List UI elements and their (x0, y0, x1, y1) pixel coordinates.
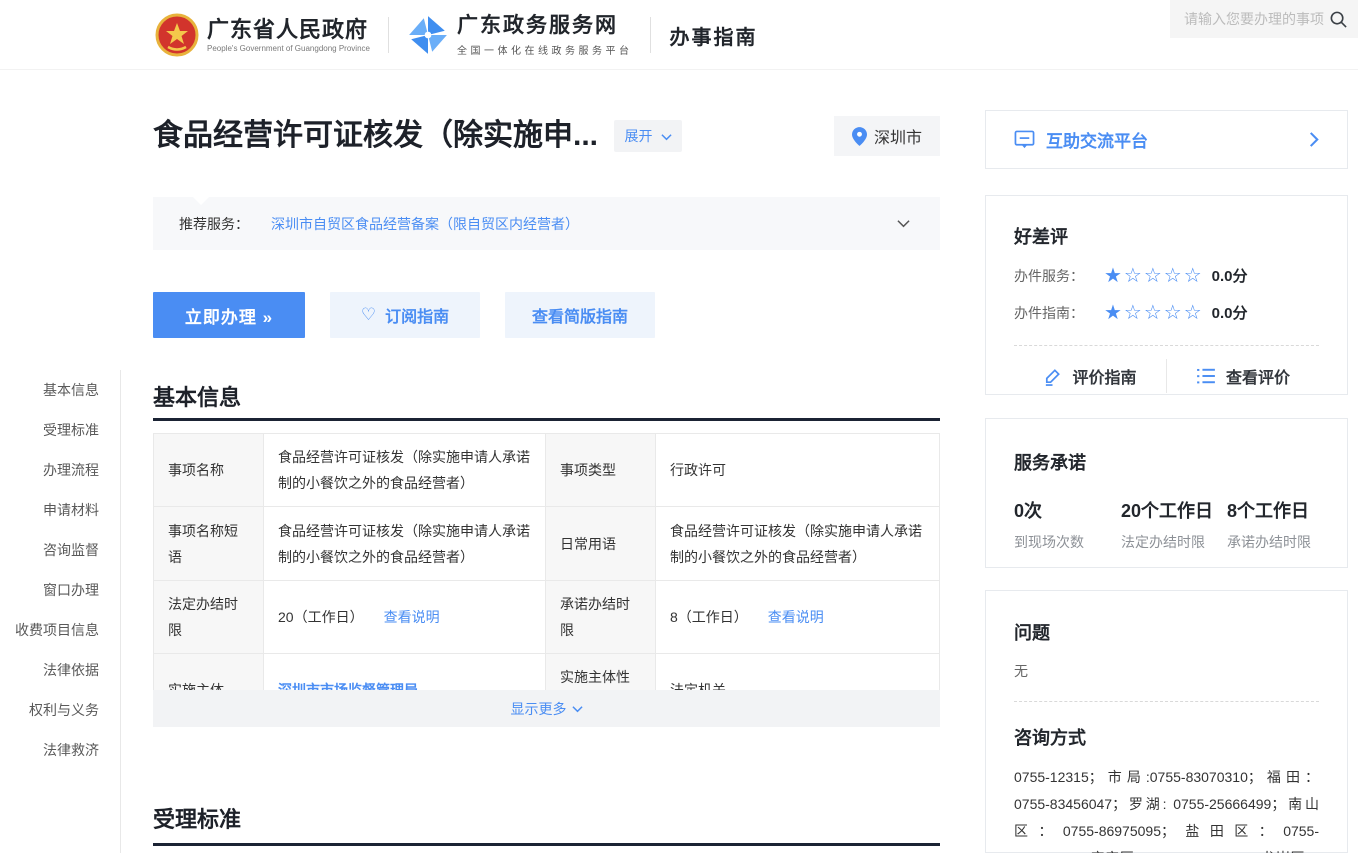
header-divider-2 (650, 17, 651, 53)
apply-now-button[interactable]: 立即办理 » (153, 292, 305, 338)
nav-item-consult-supervise[interactable]: 咨询监督 (0, 530, 120, 570)
rating-guide-button[interactable]: 评价指南 (1014, 364, 1166, 388)
action-buttons: 立即办理 » ♡ 订阅指南 查看简版指南 (153, 292, 655, 338)
cell-label: 事项名称 (154, 434, 264, 506)
rating-row-guide: 办件指南： ★☆☆☆☆ 0.0分 (1014, 302, 1319, 323)
gov-subtitle: People's Government of Guangdong Provinc… (207, 44, 370, 53)
pinwheel-icon (407, 14, 449, 56)
recommend-bar-notch (193, 197, 209, 205)
rating-score: 0.0分 (1212, 302, 1248, 323)
page: 广东省人民政府 People's Government of Guangdong… (0, 0, 1358, 853)
portal-title: 广东政务服务网 (457, 14, 633, 38)
view-explanation-link[interactable]: 查看说明 (384, 604, 440, 630)
stat-visits: 0次 到现场次数 (1014, 497, 1121, 552)
stat-legal-limit: 20个工作日 法定办结时限 (1121, 497, 1227, 552)
location-pin-icon (852, 127, 867, 146)
cell-value: 8（工作日） 查看说明 (656, 581, 939, 653)
page-type-label: 办事指南 (669, 21, 757, 50)
table-row: 事项名称 食品经营许可证核发（除实施申请人承诺制的小餐饮之外的食品经营者） 事项… (154, 434, 939, 507)
basic-info-rule (153, 418, 940, 421)
question-consult-panel: 问题 无 咨询方式 0755-12315；市局:0755-83070310；福田… (985, 590, 1348, 853)
simple-guide-button[interactable]: 查看简版指南 (505, 292, 655, 338)
rating-panel: 好差评 办件服务： ★☆☆☆☆ 0.0分 办件指南： ★☆☆☆☆ 0.0分 评价… (985, 195, 1348, 395)
mutual-platform-label: 互助交流平台 (1046, 127, 1148, 152)
cell-label: 法定办结时限 (154, 581, 264, 653)
nav-item-basic-info[interactable]: 基本信息 (0, 370, 120, 410)
service-promise-panel: 服务承诺 0次 到现场次数 20个工作日 法定办结时限 8个工作日 承诺办结时限 (985, 418, 1348, 568)
nav-item-materials[interactable]: 申请材料 (0, 490, 120, 530)
chevron-right-icon (1309, 132, 1319, 147)
basic-info-heading: 基本信息 (153, 380, 241, 412)
cell-label: 事项名称短语 (154, 507, 264, 580)
table-row: 法定办结时限 20（工作日） 查看说明 承诺办结时限 8（工作日） 查看说明 (154, 581, 939, 654)
cell-value: 食品经营许可证核发（除实施申请人承诺制的小餐饮之外的食品经营者） (264, 507, 546, 580)
mutual-platform-panel[interactable]: 互助交流平台 (985, 110, 1348, 169)
nav-item-process[interactable]: 办理流程 (0, 450, 120, 490)
accept-standard-heading: 受理标准 (153, 802, 241, 834)
search-input[interactable] (1184, 11, 1329, 27)
dashed-divider (1014, 701, 1319, 702)
pencil-icon (1043, 367, 1062, 386)
nav-item-accept-standard[interactable]: 受理标准 (0, 410, 120, 450)
cell-label: 事项类型 (546, 434, 656, 506)
star-rating-icons: ★☆☆☆☆ (1104, 303, 1204, 323)
recommend-expand-chevron-icon[interactable] (897, 219, 910, 228)
search-icon[interactable] (1329, 10, 1348, 29)
national-emblem-icon (155, 11, 199, 59)
cell-label: 日常用语 (546, 507, 656, 580)
heart-icon: ♡ (361, 305, 376, 325)
left-anchor-nav: 基本信息 受理标准 办理流程 申请材料 咨询监督 窗口办理 收费项目信息 法律依… (0, 370, 121, 853)
header-search (1170, 0, 1358, 38)
rating-row-service: 办件服务： ★☆☆☆☆ 0.0分 (1014, 265, 1319, 286)
nav-item-fees[interactable]: 收费项目信息 (0, 610, 120, 650)
cell-value: 20（工作日） 查看说明 (264, 581, 546, 653)
cell-value: 行政许可 (656, 434, 939, 506)
basic-info-table: 事项名称 食品经营许可证核发（除实施申请人承诺制的小餐饮之外的食品经营者） 事项… (153, 433, 940, 727)
nav-item-rights-duties[interactable]: 权利与义务 (0, 690, 120, 730)
recommend-service-link[interactable]: 深圳市自贸区食品经营备案（限自贸区内经营者） (271, 214, 579, 234)
chat-bubble-icon (1014, 130, 1035, 150)
show-more-button[interactable]: 显示更多 (153, 690, 940, 727)
cell-value: 食品经营许可证核发（除实施申请人承诺制的小餐饮之外的食品经营者） (656, 507, 939, 580)
list-icon (1196, 368, 1216, 384)
gov-title: 广东省人民政府 (207, 18, 370, 42)
portal-logo[interactable]: 广东政务服务网 全国一体化在线政务服务平台 (407, 14, 633, 57)
accept-standard-rule (153, 843, 940, 846)
city-selector[interactable]: 深圳市 (834, 116, 940, 156)
cell-value: 食品经营许可证核发（除实施申请人承诺制的小餐饮之外的食品经营者） (264, 434, 546, 506)
stat-promised-limit: 8个工作日 承诺办结时限 (1227, 497, 1319, 552)
question-heading: 问题 (1014, 619, 1319, 645)
nav-item-window[interactable]: 窗口办理 (0, 570, 120, 610)
portal-subtitle: 全国一体化在线政务服务平台 (457, 42, 633, 57)
nav-item-legal-basis[interactable]: 法律依据 (0, 650, 120, 690)
page-title: 食品经营许可证核发（除实施申... (153, 112, 598, 160)
header: 广东省人民政府 People's Government of Guangdong… (0, 0, 1358, 70)
gov-logo[interactable]: 广东省人民政府 People's Government of Guangdong… (155, 11, 370, 59)
title-row: 食品经营许可证核发（除实施申... 展开 深圳市 (153, 112, 940, 160)
rating-heading: 好差评 (1014, 223, 1319, 249)
question-content: 无 (1014, 661, 1319, 681)
rating-score: 0.0分 (1212, 265, 1248, 286)
table-row: 事项名称短语 食品经营许可证核发（除实施申请人承诺制的小餐饮之外的食品经营者） … (154, 507, 939, 581)
subscribe-guide-button[interactable]: ♡ 订阅指南 (330, 292, 480, 338)
recommend-label: 推荐服务： (179, 214, 249, 234)
cell-label: 承诺办结时限 (546, 581, 656, 653)
view-ratings-button[interactable]: 查看评价 (1167, 364, 1319, 388)
header-divider (388, 17, 389, 53)
view-explanation-link[interactable]: 查看说明 (768, 604, 824, 630)
star-rating-icons: ★☆☆☆☆ (1104, 266, 1204, 286)
chevron-down-icon (572, 705, 583, 713)
city-name: 深圳市 (874, 124, 922, 148)
consult-content: 0755-12315；市局:0755-83070310；福田：0755-8345… (1014, 764, 1319, 853)
consult-heading: 咨询方式 (1014, 724, 1319, 750)
nav-item-legal-remedy[interactable]: 法律救济 (0, 730, 120, 770)
recommend-bar: 推荐服务： 深圳市自贸区食品经营备案（限自贸区内经营者） (153, 197, 940, 250)
promise-heading: 服务承诺 (1014, 449, 1319, 475)
title-expand-button[interactable]: 展开 (614, 120, 682, 152)
